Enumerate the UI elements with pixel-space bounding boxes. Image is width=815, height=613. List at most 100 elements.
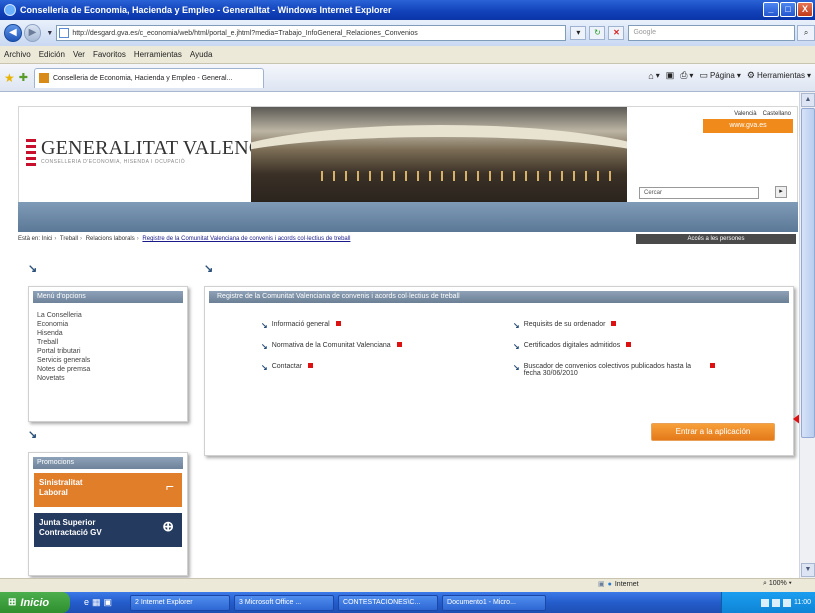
tab-row: ★ ✚ Conselleria de Economia, Hacienda y …	[0, 64, 815, 92]
window-title: Conselleria de Economia, Hacienda y Empl…	[20, 5, 392, 15]
forward-button[interactable]: ▶	[23, 24, 42, 42]
system-tray: 11:00	[721, 592, 815, 613]
site-container: GENERALITAT VALENCIANA CONSELLERIA D'ECO…	[18, 106, 798, 576]
menu-item-portal-tributari[interactable]: Portal tributari	[37, 347, 179, 356]
link-castellano[interactable]: Castellano	[763, 111, 791, 117]
pdf-icon	[308, 363, 314, 368]
task-contestaciones[interactable]: CONTESTACIONES\C...	[338, 594, 439, 611]
quicklaunch-desktop-icon[interactable]: ▣	[104, 597, 113, 608]
site-search-button[interactable]: ▸	[775, 186, 787, 198]
main-panel-title: Registre de la Comunitat Valenciana de c…	[209, 291, 789, 303]
maximize-button[interactable]: □	[780, 2, 796, 17]
quicklaunch-ie-icon[interactable]: e	[84, 597, 89, 608]
tab-label: Conselleria de Economia, Hacienda y Empl…	[52, 74, 233, 82]
print-icon[interactable]: ⎙ ▾	[680, 70, 693, 81]
menu-item-conselleria[interactable]: La Conselleria	[37, 311, 179, 320]
scroll-up-icon[interactable]: ▲	[801, 93, 815, 107]
page-menu[interactable]: ▭ Página ▾	[699, 70, 740, 81]
menu-help[interactable]: Ayuda	[190, 50, 213, 59]
link-requisits[interactable]: ↘ Requisits de su ordenador	[513, 321, 773, 330]
task-documento[interactable]: Documento1 - Micro...	[442, 594, 547, 611]
site-search-input[interactable]: Cercar	[639, 187, 759, 199]
back-button[interactable]: ◀	[4, 24, 22, 42]
tray-icon[interactable]	[772, 598, 780, 607]
vertical-scrollbar[interactable]: ▲ ▼	[799, 92, 815, 578]
access-button[interactable]: Accés a les persones	[636, 234, 796, 244]
menu-view[interactable]: Ver	[73, 50, 85, 59]
breadcrumb-current[interactable]: Registre de la Comunitat Valenciana de c…	[142, 236, 350, 242]
address-toolbar: ◀ ▶ ▼ http://desgard.gva.es/c_economia/w…	[0, 20, 815, 46]
tab-active[interactable]: Conselleria de Economia, Hacienda y Empl…	[33, 67, 264, 88]
tray-icon[interactable]	[783, 598, 791, 607]
generalitat-emblem-icon	[25, 137, 37, 169]
task-office[interactable]: 3 Microsoft Office ...	[234, 594, 335, 611]
menu-bar: Archivo Edición Ver Favoritos Herramient…	[0, 46, 815, 64]
left-menu: Menú d'opcions La Conselleria Economia H…	[28, 286, 188, 422]
menu-item-economia[interactable]: Economia	[37, 320, 179, 329]
link-valencia[interactable]: Valencià	[734, 111, 757, 117]
menu-item-novetats[interactable]: Novetats	[37, 374, 179, 383]
arrow-icon: ↘	[204, 263, 214, 275]
language-links: Valencià Castellano	[734, 111, 791, 117]
windows-flag-icon: ⊞	[8, 597, 17, 608]
menu-tools[interactable]: Herramientas	[134, 50, 182, 59]
task-internet-explorer[interactable]: 2 Internet Explorer	[130, 594, 231, 611]
favorites-star-icon[interactable]: ★	[4, 71, 15, 85]
scroll-thumb[interactable]	[801, 108, 815, 438]
promo-junta-superior[interactable]: Junta Superior Contractació GV ⊕	[34, 513, 182, 547]
ie-icon	[4, 4, 16, 16]
search-input[interactable]: Google	[628, 25, 796, 41]
zoom-control[interactable]: ⌕ 100% ▾	[763, 580, 792, 588]
link-informacio-general[interactable]: ↘ Informació general	[261, 321, 481, 330]
feeds-icon[interactable]: ▣	[666, 70, 675, 81]
pdf-icon	[626, 342, 632, 347]
breadcrumb-item[interactable]: Treball	[60, 236, 78, 242]
globe-icon: ⊕	[162, 518, 174, 534]
security-zone[interactable]: ▣ ● Internet	[598, 580, 639, 589]
menu-file[interactable]: Archivo	[4, 50, 31, 59]
menu-item-servicis[interactable]: Servicis generals	[37, 356, 179, 365]
history-dropdown-icon[interactable]: ▼	[46, 30, 53, 37]
header-band	[18, 202, 798, 232]
breadcrumb: Està en: Inici › Treball › Relacions labor…	[18, 236, 351, 242]
quicklaunch-outlook-icon[interactable]: ▦	[92, 597, 101, 608]
start-button[interactable]: ⊞ Inicio	[0, 592, 70, 613]
link-certificados[interactable]: ↘ Certificados digitales admitidos	[513, 342, 773, 351]
window-controls: _ □ X	[763, 2, 813, 17]
tab-favicon	[38, 73, 49, 83]
close-button[interactable]: X	[797, 2, 813, 17]
enter-application-button[interactable]: Entrar a la aplicación	[651, 423, 775, 441]
search-icon[interactable]: ⌕	[797, 25, 815, 41]
tools-menu[interactable]: ⚙ Herramientas ▾	[747, 70, 811, 81]
address-url: http://desgard.gva.es/c_economia/web/htm…	[72, 29, 418, 37]
scroll-down-icon[interactable]: ▼	[801, 563, 815, 577]
breadcrumb-item[interactable]: Relacions laborals	[86, 236, 135, 242]
home-icon[interactable]: ⌂ ▾	[648, 71, 659, 81]
add-favorite-icon[interactable]: ✚	[19, 71, 28, 84]
link-buscador[interactable]: ↘ Buscador de convenios colectivos public…	[513, 363, 773, 377]
breadcrumb-item[interactable]: Està en: Inici	[18, 236, 52, 242]
windows-taskbar: ⊞ Inicio e ▦ ▣ 2 Internet Explorer 3 Mic…	[0, 592, 815, 613]
menu-item-hisenda[interactable]: Hisenda	[37, 329, 179, 338]
gva-button[interactable]: www.gva.es	[703, 119, 793, 133]
menu-item-treball[interactable]: Treball	[37, 338, 179, 347]
refresh-icon[interactable]: ↻	[589, 26, 606, 40]
status-bar: ▣ ● Internet ⌕ 100% ▾	[0, 578, 815, 592]
menu-edit[interactable]: Edición	[39, 50, 65, 59]
menu-item-notes[interactable]: Notes de premsa	[37, 365, 179, 374]
minimize-button[interactable]: _	[763, 2, 779, 17]
link-contactar[interactable]: ↘ Contactar	[261, 363, 481, 372]
address-dropdown-icon[interactable]: ▾	[570, 26, 587, 40]
arrow-icon: ↘	[28, 263, 38, 275]
crane-icon: ⌐	[165, 478, 174, 494]
pdf-icon	[611, 321, 617, 326]
address-field[interactable]: http://desgard.gva.es/c_economia/web/htm…	[56, 25, 567, 41]
menu-favorites[interactable]: Favoritos	[93, 50, 126, 59]
promotions-title: Promocions	[33, 457, 183, 469]
promo-sinistralitat[interactable]: Sinistralitat Laboral ⌐	[34, 473, 182, 507]
link-normativa[interactable]: ↘ Normativa de la Comunitat Valenciana	[261, 342, 481, 351]
tray-icon[interactable]	[761, 598, 769, 607]
stop-icon[interactable]: ✕	[608, 26, 625, 40]
pdf-icon	[396, 342, 402, 347]
quick-launch: e ▦ ▣	[84, 597, 112, 608]
